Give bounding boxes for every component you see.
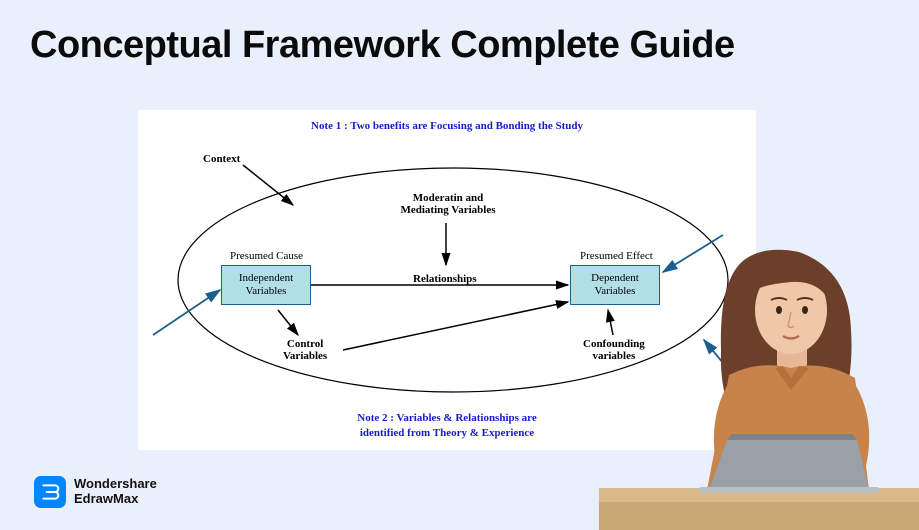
edrawmax-icon bbox=[40, 482, 60, 502]
brand-logo: Wondershare EdrawMax bbox=[34, 476, 157, 508]
note2-line2: identified from Theory & Experience bbox=[360, 427, 534, 439]
brand-line2: EdrawMax bbox=[74, 492, 157, 507]
label-presumed-cause: Presumed Cause bbox=[230, 250, 303, 262]
diagram-note-2: Note 2 : Variables & Relationships are i… bbox=[357, 411, 536, 440]
person-illustration bbox=[599, 190, 919, 530]
label-context: Context bbox=[203, 153, 240, 165]
label-relationships: Relationships bbox=[413, 273, 477, 285]
brand-icon bbox=[34, 476, 66, 508]
label-moderating: Moderatin and Mediating Variables bbox=[393, 192, 503, 216]
brand-line1: Wondershare bbox=[74, 477, 157, 492]
page-title: Conceptual Framework Complete Guide bbox=[30, 24, 735, 67]
note2-line1: Note 2 : Variables & Relationships are bbox=[357, 412, 536, 424]
brand-text: Wondershare EdrawMax bbox=[74, 477, 157, 507]
label-control: Control Variables bbox=[283, 338, 327, 362]
box-independent: Independent Variables bbox=[221, 265, 311, 305]
